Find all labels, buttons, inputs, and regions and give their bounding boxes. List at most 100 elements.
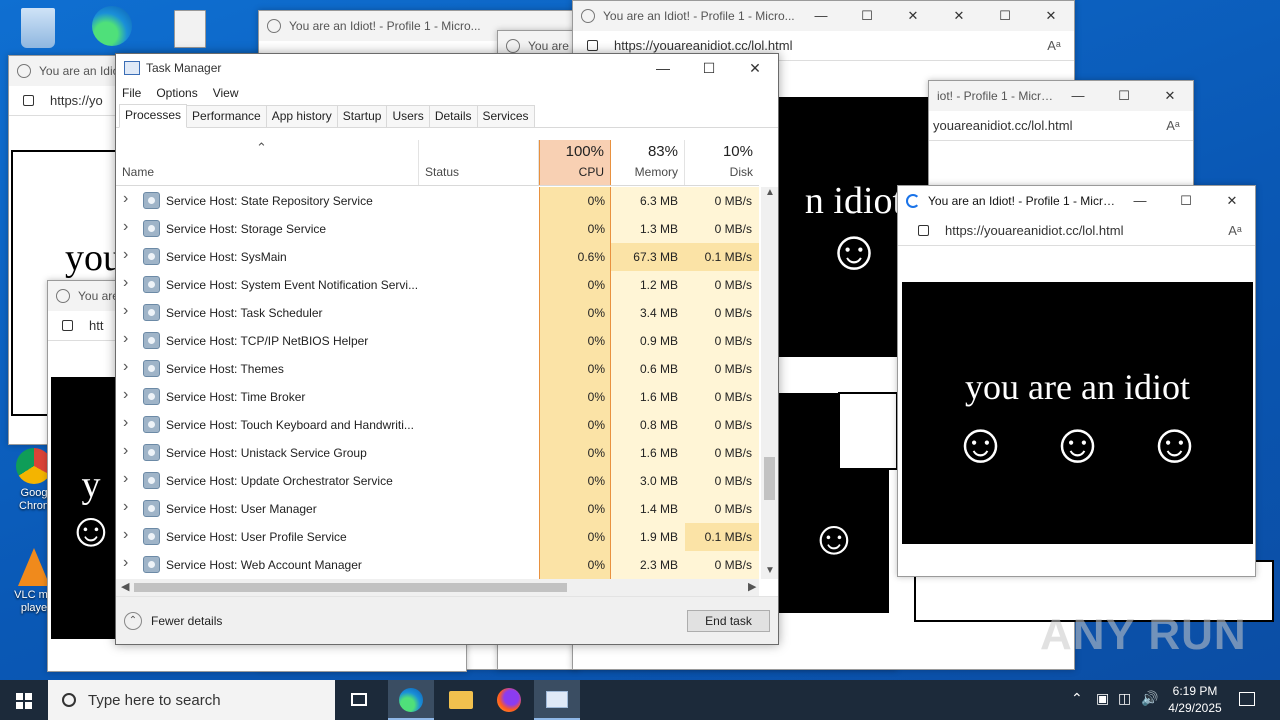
scroll-down-icon[interactable]: ▼ — [765, 565, 775, 576]
close-button[interactable]: ✕ — [890, 8, 936, 24]
expand-chevron-icon[interactable]: › — [123, 498, 128, 516]
expand-chevron-icon[interactable]: › — [123, 386, 128, 404]
process-row[interactable]: › Service Host: Unistack Service Group 0% 1… — [116, 439, 759, 467]
read-aloud-icon[interactable]: Aᵃ — [1034, 38, 1074, 53]
browser-titlebar[interactable]: You are an Idiot! - Profile 1 - Micro...… — [898, 186, 1255, 216]
expand-chevron-icon[interactable]: › — [123, 358, 128, 376]
read-aloud-icon[interactable]: Aᵃ — [1153, 118, 1193, 133]
search-icon — [62, 693, 76, 707]
process-row[interactable]: › Service Host: Themes 0% 0.6 MB 0 MB/s — [116, 355, 759, 383]
tab-processes[interactable]: Processes — [119, 104, 188, 128]
maximize-button-extra[interactable]: ☐ — [982, 8, 1028, 24]
horizontal-scrollbar[interactable]: ◀ ▶ — [116, 579, 759, 596]
maximize-button[interactable]: ☐ — [1101, 88, 1147, 104]
maximize-button[interactable]: ☐ — [844, 8, 890, 24]
process-row[interactable]: › Service Host: State Repository Service 0… — [116, 187, 759, 215]
minimize-button[interactable]: — — [1117, 193, 1163, 209]
process-row[interactable]: › Service Host: Storage Service 0% 1.3 MB 0 … — [116, 215, 759, 243]
column-header-cpu[interactable]: 100% CPU — [539, 140, 611, 185]
browser-window-front[interactable]: You are an Idiot! - Profile 1 - Micro...… — [897, 185, 1256, 577]
process-row[interactable]: › Service Host: Touch Keyboard and Handwr… — [116, 411, 759, 439]
tab-details[interactable]: Details — [428, 105, 478, 127]
scroll-right-icon[interactable]: ▶ — [748, 580, 756, 593]
task-manager-window[interactable]: Task Manager — ☐ ✕ File Options View Pro… — [115, 53, 779, 645]
expand-chevron-icon[interactable]: › — [123, 190, 128, 208]
process-row[interactable]: › Service Host: User Profile Service 0% 1.9… — [116, 523, 759, 551]
tab-users[interactable]: Users — [386, 105, 430, 127]
process-row[interactable]: › Service Host: User Manager 0% 1.4 MB 0 MB/… — [116, 495, 759, 523]
horizontal-scroll-thumb[interactable] — [134, 583, 567, 592]
tab-services[interactable]: Services — [476, 105, 535, 127]
process-row[interactable]: › Service Host: System Event Notification… — [116, 271, 759, 299]
process-row[interactable]: › Service Host: Task Scheduler 0% 3.4 MB 0 M… — [116, 299, 759, 327]
read-aloud-icon[interactable]: Aᵃ — [1215, 223, 1255, 238]
close-button-extra-2[interactable]: ✕ — [1028, 8, 1074, 24]
expand-chevron-icon[interactable]: › — [123, 554, 128, 572]
tab-performance[interactable]: Performance — [186, 105, 267, 127]
process-row[interactable]: › Service Host: Update Orchestrator Servi… — [116, 467, 759, 495]
network-icon[interactable]: ◫ — [1118, 690, 1131, 707]
taskbar-clock[interactable]: 6:19 PM 4/29/2025 — [1160, 683, 1230, 717]
vertical-scroll-thumb[interactable] — [764, 457, 775, 500]
process-row[interactable]: › Service Host: Web Account Manager 0% 2.3 … — [116, 551, 759, 579]
start-button[interactable] — [0, 680, 48, 720]
column-header-name[interactable]: ⌃ Name — [116, 140, 419, 185]
address-bar[interactable]: youareanidiot.cc/lol.html Aᵃ — [929, 111, 1193, 141]
tab-app-history[interactable]: App history — [265, 105, 338, 127]
fewer-details-button[interactable]: ⌃ Fewer details — [124, 612, 222, 630]
expand-chevron-icon[interactable]: › — [123, 246, 128, 264]
menu-file[interactable]: File — [122, 86, 141, 100]
tray-overflow-chevron-icon[interactable]: ⌃ — [1071, 690, 1083, 707]
minimize-button[interactable]: — — [798, 8, 844, 24]
tray-device-icon[interactable]: ▣ — [1096, 690, 1109, 707]
browser-window-d[interactable]: iot! - Profile 1 - Micro... — ☐ ✕ youare… — [928, 80, 1194, 200]
minimize-button[interactable]: — — [1055, 88, 1101, 104]
maximize-button[interactable]: ☐ — [1163, 193, 1209, 209]
scroll-left-icon[interactable]: ◀ — [121, 580, 129, 593]
address-bar[interactable]: https://youareanidiot.cc/lol.html Aᵃ — [898, 216, 1255, 246]
close-button[interactable]: ✕ — [1209, 193, 1255, 209]
end-task-button[interactable]: End task — [687, 610, 770, 632]
smiley-icon: ☺ — [809, 512, 859, 565]
file-desktop-item[interactable] — [160, 10, 220, 51]
task-view-button[interactable] — [342, 680, 378, 720]
edge-desktop-item[interactable] — [82, 6, 142, 49]
process-row[interactable]: › Service Host: TCP/IP NetBIOS Helper 0% 0.… — [116, 327, 759, 355]
taskbar-edge-button[interactable] — [388, 680, 434, 720]
taskbar-search-box[interactable]: Type here to search — [48, 680, 335, 720]
taskbar-explorer-button[interactable] — [438, 680, 484, 720]
close-button-extra[interactable]: ✕ — [936, 8, 982, 24]
recycle-bin-desktop-item[interactable] — [8, 8, 68, 51]
column-header-disk[interactable]: 10% Disk — [685, 140, 759, 185]
browser-titlebar[interactable]: You are an Idiot! - Profile 1 - Micro...… — [573, 1, 1074, 31]
expand-chevron-icon[interactable]: › — [123, 442, 128, 460]
process-row[interactable]: › Service Host: Time Broker 0% 1.6 MB 0 MB/s — [116, 383, 759, 411]
taskbar-firefox-button[interactable] — [486, 680, 532, 720]
column-header-memory[interactable]: 83% Memory — [611, 140, 685, 185]
menu-options[interactable]: Options — [156, 86, 197, 100]
taskbar-task-manager-button[interactable] — [534, 680, 580, 720]
volume-icon[interactable]: 🔊 — [1141, 690, 1158, 707]
scroll-up-icon[interactable]: ▲ — [765, 187, 775, 198]
close-button[interactable]: ✕ — [732, 60, 778, 77]
tab-startup[interactable]: Startup — [336, 105, 388, 127]
menu-view[interactable]: View — [213, 86, 239, 100]
vlc-icon — [18, 548, 50, 586]
browser-titlebar[interactable]: iot! - Profile 1 - Micro... — ☐ ✕ — [929, 81, 1193, 111]
expand-chevron-icon[interactable]: › — [123, 414, 128, 432]
minimize-button[interactable]: — — [640, 60, 686, 77]
task-manager-titlebar[interactable]: Task Manager — ☐ ✕ — [116, 54, 778, 82]
notification-icon[interactable] — [1239, 692, 1255, 706]
maximize-button[interactable]: ☐ — [686, 60, 732, 77]
expand-chevron-icon[interactable]: › — [123, 274, 128, 292]
expand-chevron-icon[interactable]: › — [123, 526, 128, 544]
close-button[interactable]: ✕ — [1147, 88, 1193, 104]
expand-chevron-icon[interactable]: › — [123, 302, 128, 320]
expand-chevron-icon[interactable]: › — [123, 470, 128, 488]
column-header-status[interactable]: Status — [419, 140, 539, 185]
process-row[interactable]: › Service Host: SysMain 0.6% 67.3 MB 0.1 MB/… — [116, 243, 759, 271]
process-memory: 3.0 MB — [639, 474, 678, 488]
expand-chevron-icon[interactable]: › — [123, 218, 128, 236]
vertical-scrollbar[interactable]: ▲ ▼ — [761, 187, 778, 579]
expand-chevron-icon[interactable]: › — [123, 330, 128, 348]
